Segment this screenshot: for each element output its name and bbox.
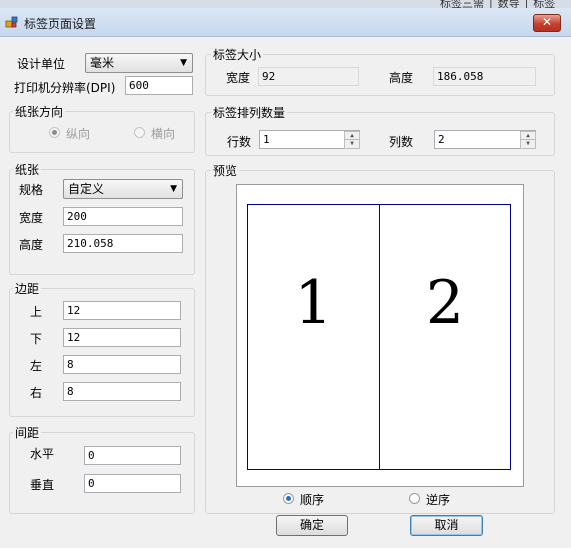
label-height-label: 高度 [389, 71, 414, 85]
spacing-vertical-label: 垂直 [30, 478, 55, 492]
close-button[interactable]: ✕ [533, 14, 561, 32]
label-layout-title: 标签排列数量 [211, 104, 288, 121]
preview-label-2: 2 [425, 268, 465, 338]
landscape-label: 横向 [151, 127, 176, 141]
cols-label: 列数 [389, 135, 414, 149]
margin-top-input[interactable]: 12 [63, 301, 181, 320]
close-icon: ✕ [541, 15, 553, 29]
margin-left-label: 左 [30, 359, 43, 373]
preview-labels-frame: 1 2 [247, 204, 511, 470]
spin-down-icon[interactable]: ▼ [520, 139, 536, 149]
spacing-horizontal-label: 水平 [30, 447, 55, 461]
order-forward-radio[interactable] [283, 493, 294, 504]
dpi-label: 打印机分辨率(DPI) [14, 81, 116, 95]
order-forward-label: 顺序 [300, 493, 325, 507]
spacing-horizontal-input[interactable]: 0 [84, 446, 181, 465]
margin-bottom-input[interactable]: 12 [63, 328, 181, 347]
window-title: 标签页面设置 [24, 17, 97, 31]
margin-right-label: 右 [30, 386, 43, 400]
title-bar[interactable]: 标签页面设置 ✕ [0, 8, 571, 37]
margin-right-input[interactable]: 8 [63, 382, 181, 401]
app-icon [5, 16, 18, 28]
preview-label-1: 1 [294, 268, 333, 338]
unit-select-value: 毫米 [90, 56, 115, 70]
margin-bottom-label: 下 [30, 332, 43, 346]
spacing-vertical-input[interactable]: 0 [84, 474, 181, 493]
unit-select[interactable]: 毫米 ▼ [85, 53, 193, 73]
order-reverse-label: 逆序 [426, 493, 451, 507]
cols-spinner[interactable]: 2 ▲ ▼ [434, 130, 536, 149]
portrait-label: 纵向 [66, 127, 91, 141]
paper-height-input[interactable]: 210.058 [63, 234, 183, 253]
cancel-button[interactable]: 取消 [410, 515, 483, 536]
dpi-input[interactable]: 600 [125, 76, 193, 95]
spec-select[interactable]: 自定义 ▼ [63, 179, 183, 199]
label-width-label: 宽度 [226, 71, 251, 85]
label-height-field: 186.058 [433, 67, 536, 86]
portrait-radio[interactable] [49, 127, 60, 138]
ok-button[interactable]: 确定 [276, 515, 348, 536]
spec-select-value: 自定义 [68, 182, 105, 196]
order-reverse-radio[interactable] [409, 493, 420, 504]
label-width-field: 92 [258, 67, 359, 86]
chevron-down-icon: ▼ [180, 58, 187, 68]
rows-spinner[interactable]: 1 ▲ ▼ [259, 130, 360, 149]
unit-label: 设计单位 [17, 57, 66, 71]
orientation-title: 纸张方向 [13, 103, 66, 120]
landscape-radio[interactable] [134, 127, 145, 138]
paper-height-label: 高度 [19, 238, 44, 252]
margins-title: 边距 [13, 280, 42, 297]
paper-width-input[interactable]: 200 [63, 207, 183, 226]
spin-down-icon[interactable]: ▼ [344, 139, 360, 149]
spacing-title: 间距 [13, 424, 42, 441]
cols-value: 2 [438, 133, 445, 146]
paper-title: 纸张 [13, 161, 42, 178]
rows-label: 行数 [227, 135, 252, 149]
rows-value: 1 [263, 133, 270, 146]
chevron-down-icon: ▼ [170, 184, 177, 194]
margin-left-input[interactable]: 8 [63, 355, 181, 374]
preview-title: 预览 [211, 162, 240, 179]
margin-top-label: 上 [30, 305, 43, 319]
label-size-title: 标签大小 [211, 46, 264, 63]
paper-width-label: 宽度 [19, 211, 44, 225]
spec-label: 规格 [19, 183, 44, 197]
